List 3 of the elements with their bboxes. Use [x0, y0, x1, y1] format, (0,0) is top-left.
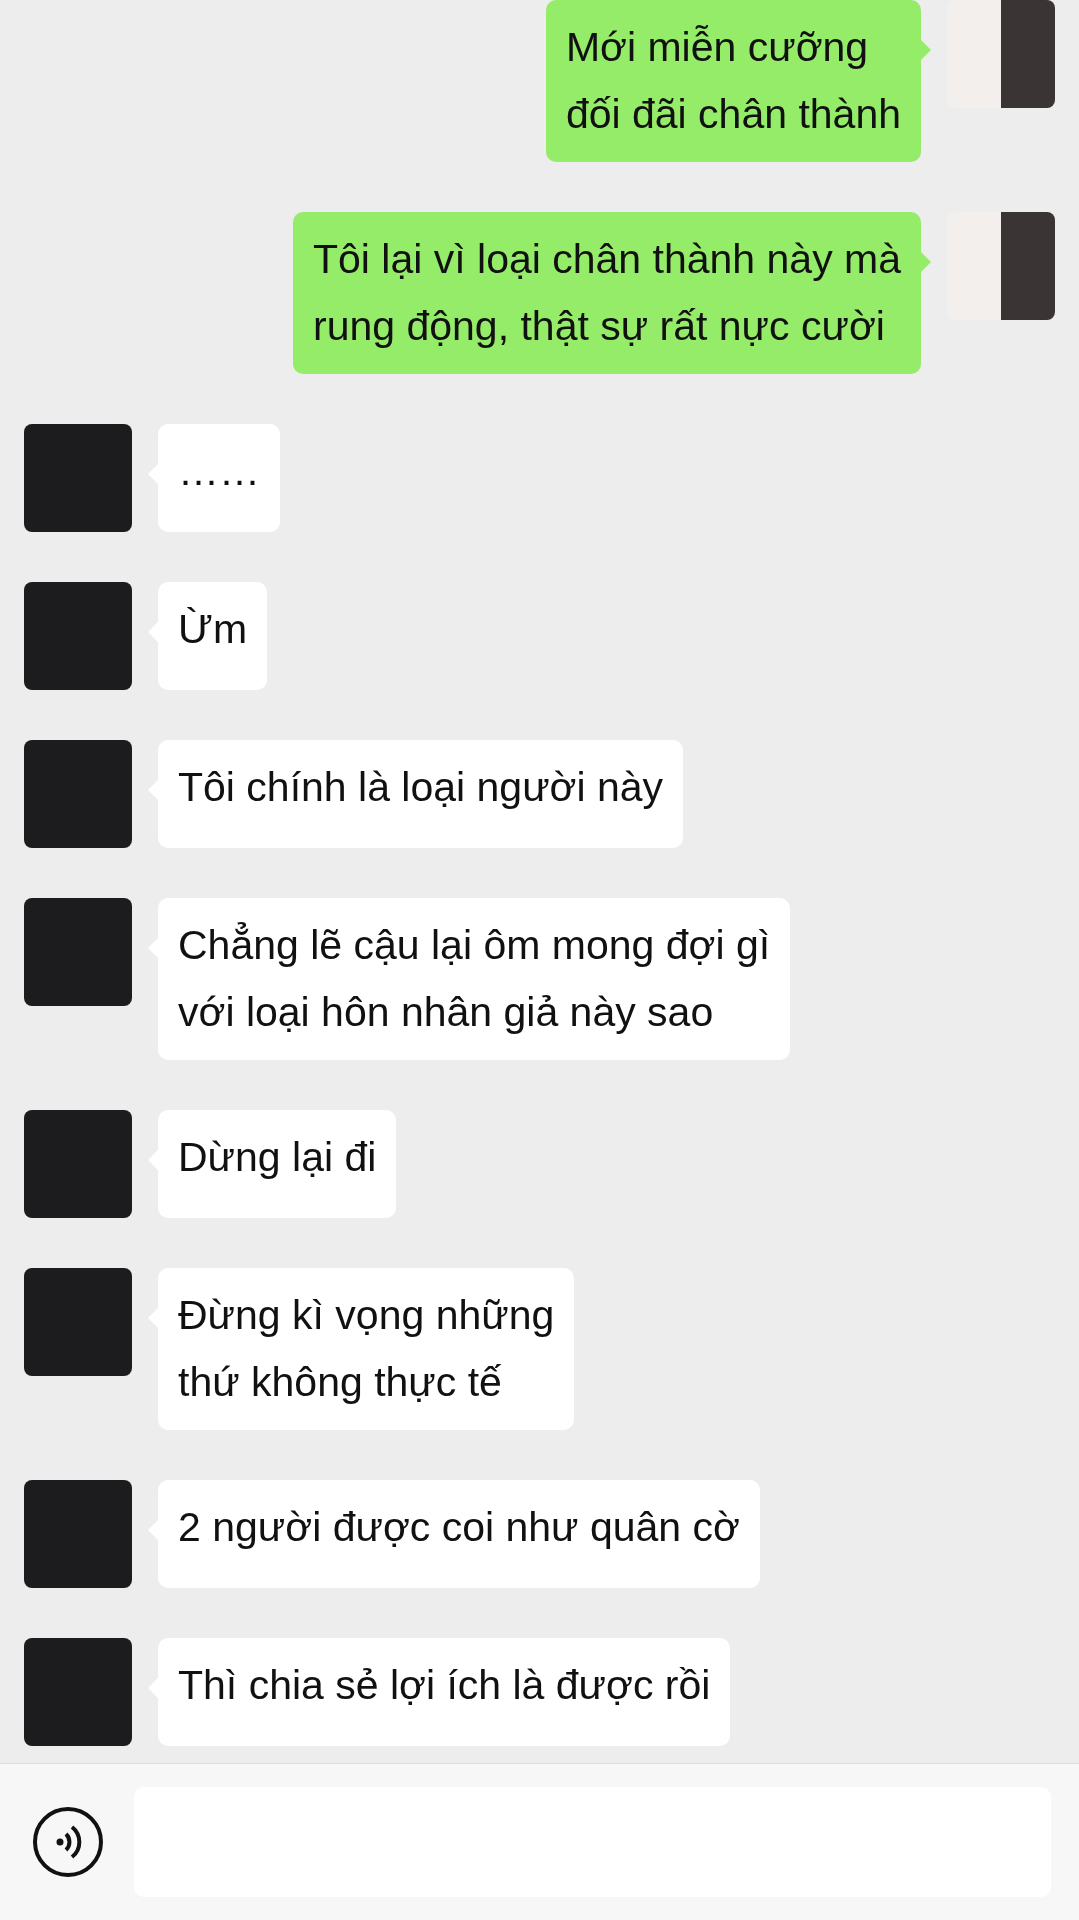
- avatar-photo-placeholder[interactable]: [947, 212, 1055, 320]
- voice-icon[interactable]: [32, 1806, 104, 1878]
- avatar-photo-placeholder[interactable]: [947, 0, 1055, 108]
